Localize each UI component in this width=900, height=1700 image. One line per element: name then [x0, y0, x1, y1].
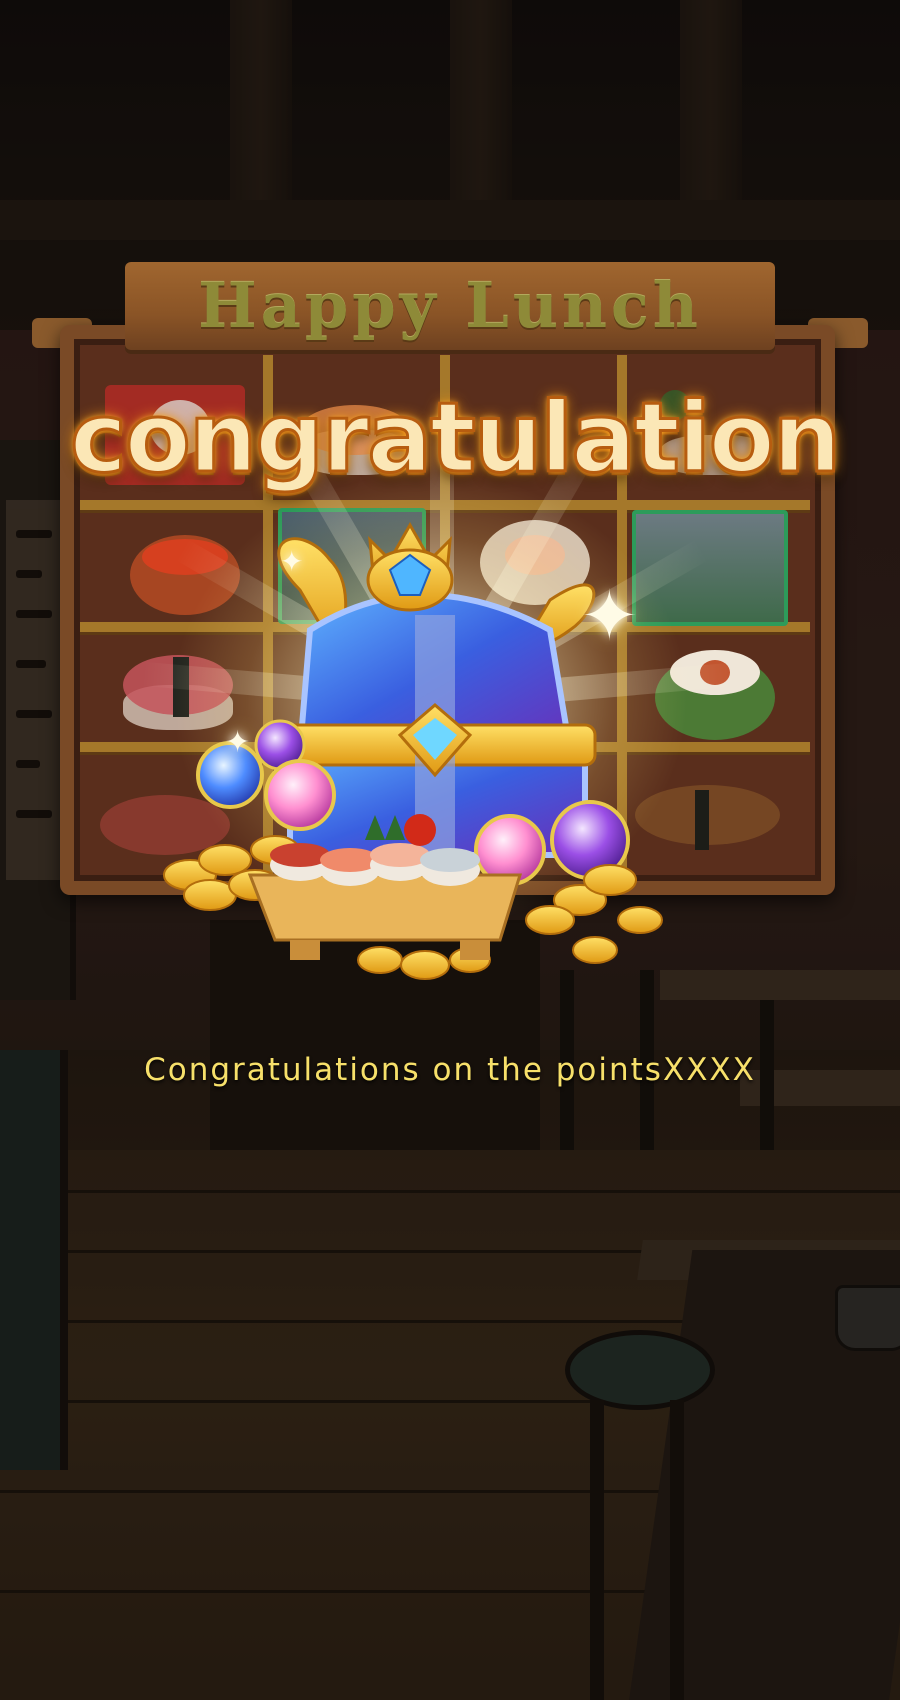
points-message: Congratulations on the pointsXXXX: [144, 1052, 756, 1088]
sparkle-icon: ✦: [580, 575, 639, 657]
game-title: Happy Lunch: [198, 269, 702, 342]
sparkle-icon: ✦: [280, 545, 304, 578]
sparkle-icon: ✦: [225, 725, 251, 760]
game-screen: Happy Lunch ✦ ✦ ✦ congratulation Congrat…: [0, 0, 900, 1700]
congratulation-banner: congratulation: [69, 381, 843, 496]
